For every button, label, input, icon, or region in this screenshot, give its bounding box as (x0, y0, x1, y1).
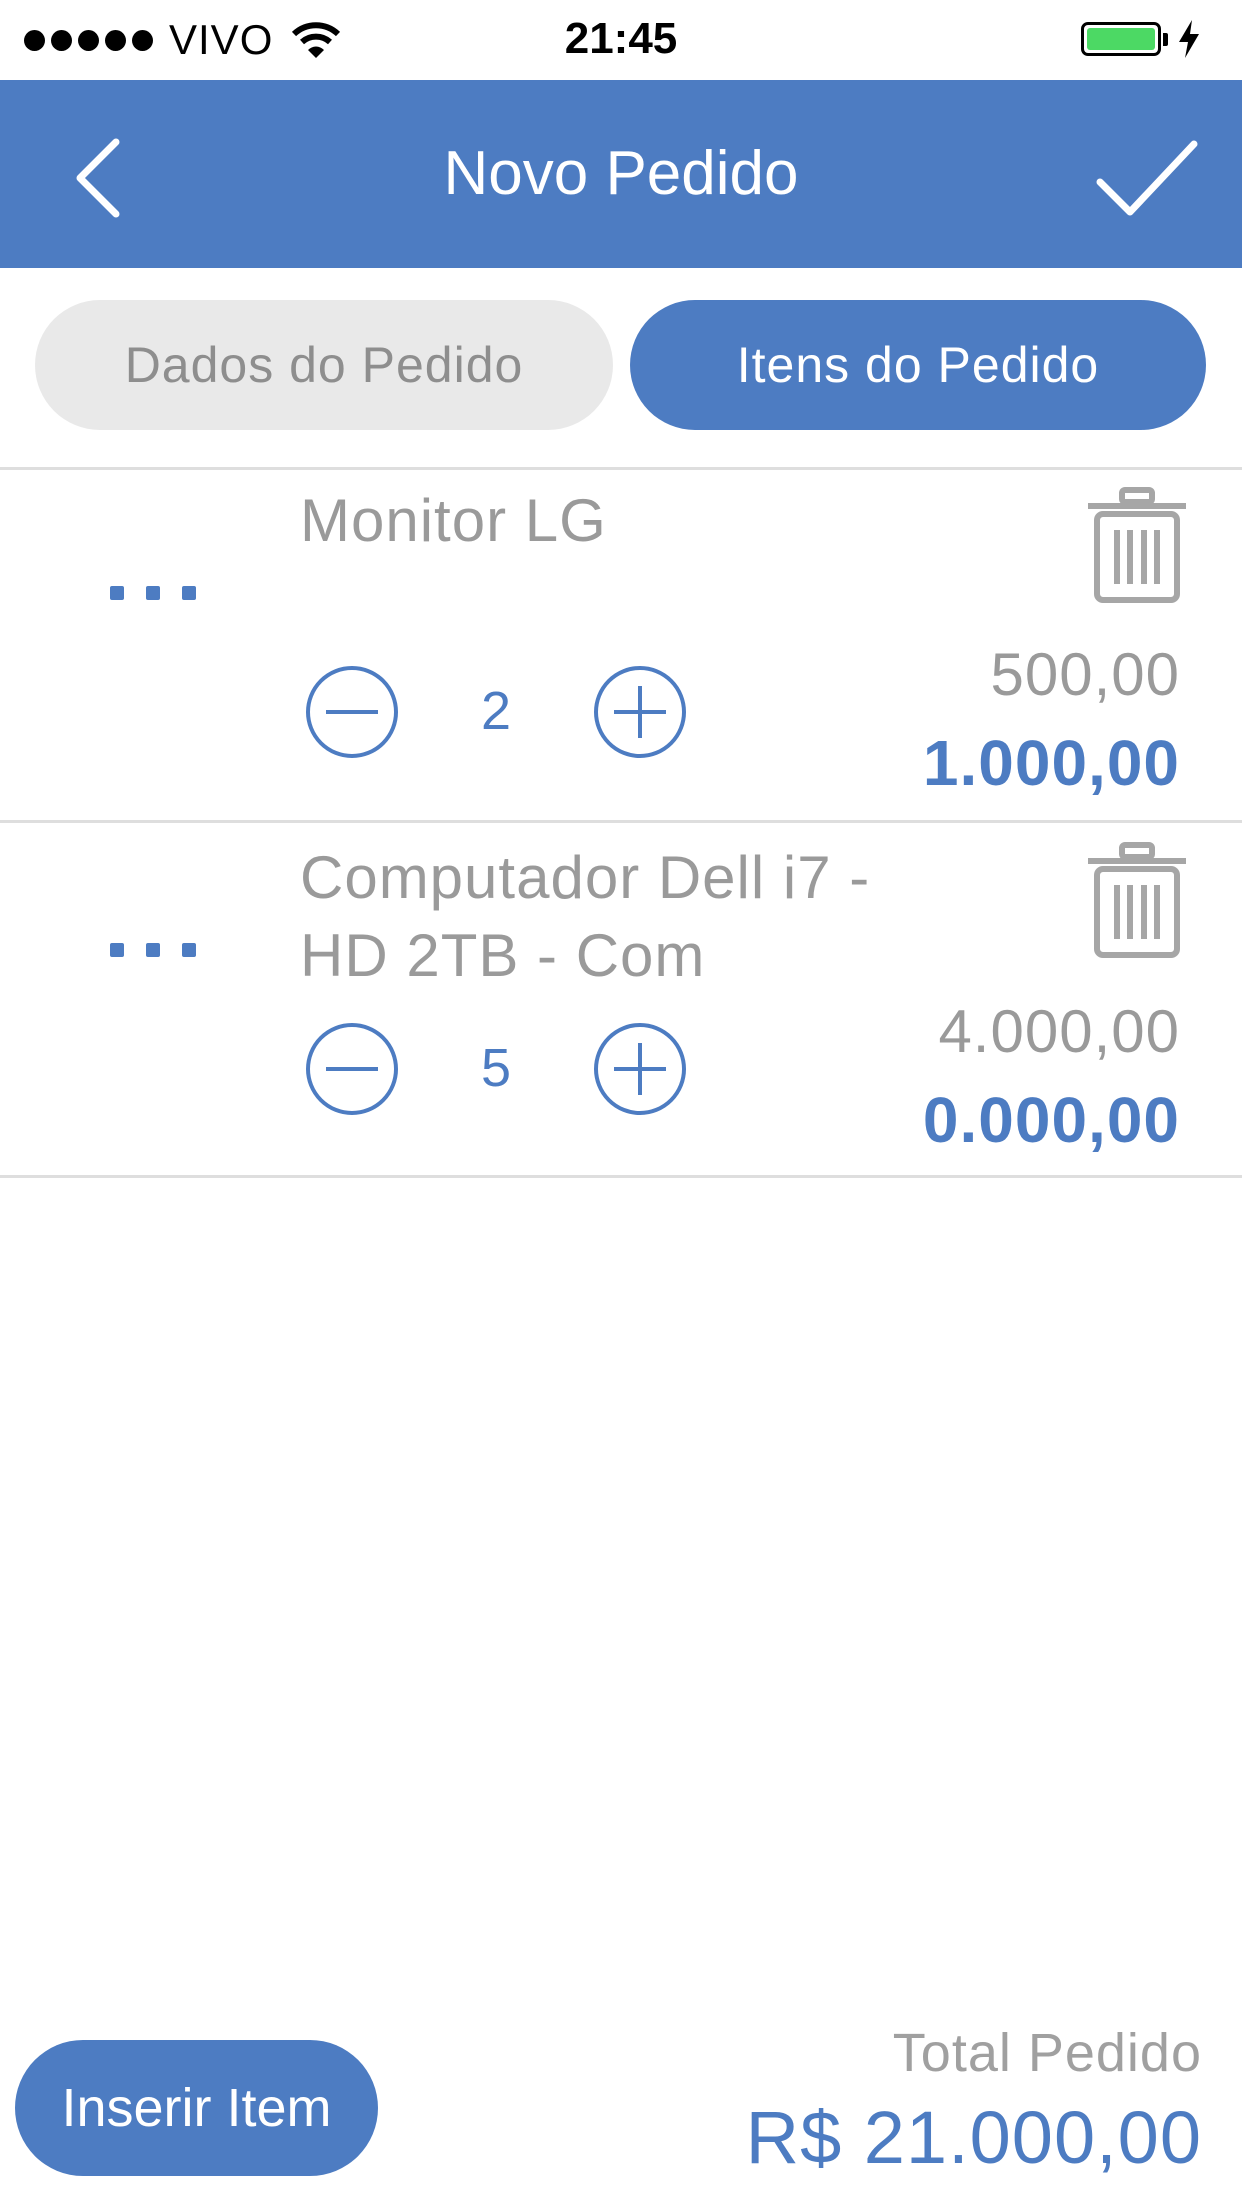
page-title: Novo Pedido (443, 139, 799, 208)
item-name: Monitor LG (300, 487, 607, 554)
order-total-value: R$ 21.000,00 (745, 2096, 1202, 2179)
battery-indicator (1081, 20, 1202, 58)
minus-circle-icon[interactable] (304, 664, 400, 760)
quantity-value: 2 (480, 681, 512, 741)
checkmark-icon[interactable] (1092, 138, 1202, 218)
navigation-bar: Novo Pedido (0, 80, 1242, 268)
segmented-control: Dados do Pedido Itens do Pedido (0, 268, 1242, 468)
item-total: 1.000,00 (922, 727, 1180, 799)
quantity-value: 5 (480, 1038, 512, 1098)
item-total: 0.000,00 (922, 1084, 1180, 1156)
plus-circle-icon[interactable] (592, 664, 688, 760)
status-bar: VIVO 21:45 (0, 0, 1242, 80)
lightning-icon (1179, 20, 1199, 58)
list-item: Computador Dell i7 - HD 2TB - Com 5 4.00… (0, 823, 1242, 1178)
list-item: Monitor LG 2 500,00 1.000,00 (0, 470, 1242, 825)
battery-icon (1081, 22, 1161, 56)
tab-dados-do-pedido[interactable]: Dados do Pedido (35, 300, 613, 430)
more-dots-icon[interactable] (110, 943, 210, 963)
insert-item-button[interactable]: Inserir Item (15, 2040, 378, 2176)
order-total-label: Total Pedido (892, 2023, 1202, 2083)
unit-price: 4.000,00 (938, 998, 1180, 1065)
plus-circle-icon[interactable] (592, 1021, 688, 1117)
trash-icon[interactable] (1082, 841, 1192, 961)
more-dots-icon[interactable] (110, 586, 210, 606)
divider (0, 1175, 1242, 1178)
unit-price: 500,00 (990, 641, 1180, 708)
status-time: 21:45 (564, 14, 678, 63)
tab-itens-do-pedido[interactable]: Itens do Pedido (630, 300, 1206, 430)
item-name: Computador Dell i7 - HD 2TB - Com (300, 844, 871, 989)
minus-circle-icon[interactable] (304, 1021, 400, 1117)
trash-icon[interactable] (1082, 486, 1192, 606)
